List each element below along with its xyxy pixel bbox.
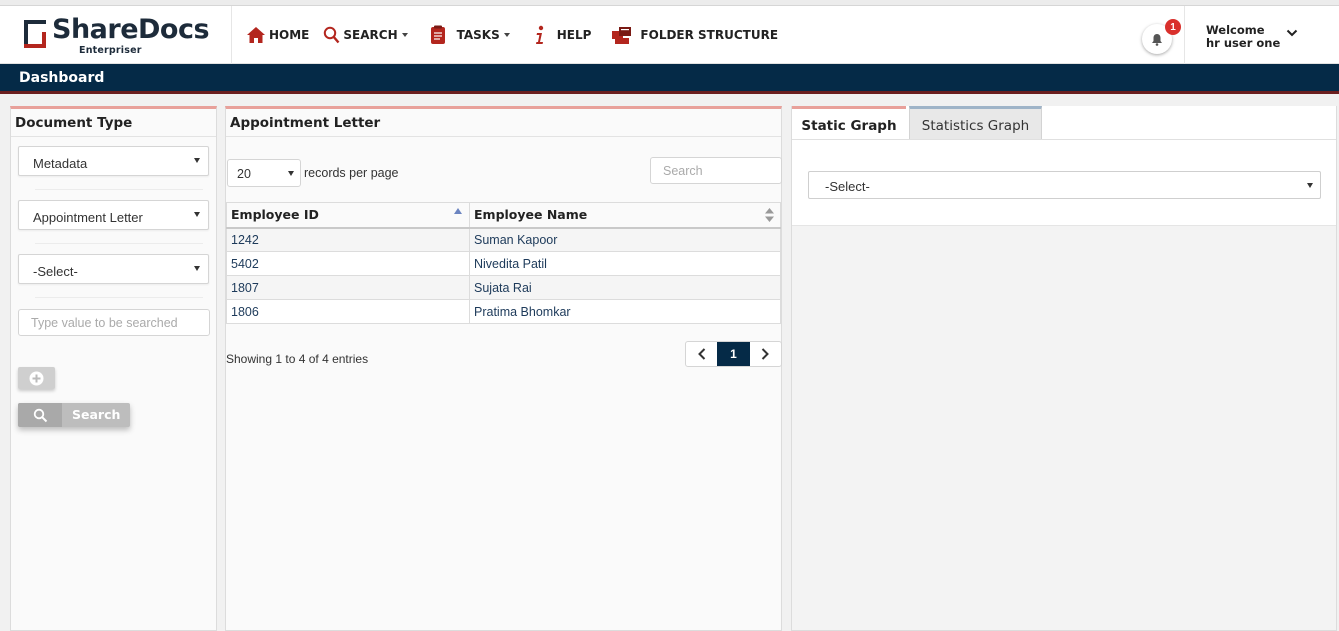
field-select[interactable]: -Select-: [18, 254, 209, 284]
sharedocs-logo[interactable]: ShareDocs Enterpriser: [22, 14, 222, 56]
employee-id-cell: 1242: [226, 227, 470, 252]
page-button-current[interactable]: 1: [717, 342, 750, 366]
employee-name-cell: Suman Kapoor: [469, 227, 781, 252]
column-header-label: Employee ID: [231, 207, 319, 223]
panel-title: Appointment Letter: [226, 109, 781, 137]
header-divider: [231, 6, 232, 64]
select-value: -Select-: [33, 264, 78, 279]
column-header-label: Employee Name: [474, 207, 588, 223]
table-row[interactable]: 5402 Nivedita Patil: [226, 251, 781, 276]
nav-home[interactable]: HOME: [246, 26, 309, 44]
info-icon: [535, 25, 543, 44]
employee-id-cell: 1807: [226, 275, 470, 300]
table-row[interactable]: 1242 Suman Kapoor: [226, 227, 781, 252]
chevron-down-icon: [1307, 183, 1313, 188]
notification-count-badge: 1: [1165, 19, 1181, 35]
search-icon: [324, 26, 340, 44]
search-button[interactable]: Search: [18, 403, 130, 427]
employee-id-cell: 1806: [226, 299, 470, 324]
logo-subtext: Enterpriser: [79, 45, 142, 56]
records-per-page-label: records per page: [304, 166, 399, 180]
results-table: Employee ID Employee Name 1242 Suman Kap…: [226, 202, 781, 324]
search-value-input[interactable]: Type value to be searched: [18, 309, 210, 336]
top-header: ShareDocs Enterpriser HOME SEARCH TASKS …: [0, 6, 1339, 64]
graph-controls: Static Graph Statistics Graph -Select-: [792, 106, 1336, 226]
table-info: Showing 1 to 4 of 4 entries: [226, 352, 369, 366]
chevron-down-icon: [194, 212, 200, 217]
nav-tasks-label: TASKS: [456, 28, 500, 42]
nav-folder-label: FOLDER STRUCTURE: [640, 28, 779, 42]
select-value: Appointment Letter: [33, 210, 143, 225]
sort-icon: [765, 208, 774, 222]
select-value: -Select-: [825, 179, 870, 194]
results-panel: Appointment Letter 20 records per page S…: [225, 106, 782, 631]
nav-search-label: SEARCH: [343, 28, 398, 42]
pagination: 1: [685, 341, 782, 367]
panel-title: Document Type: [11, 109, 216, 137]
user-menu[interactable]: Welcome hr user one: [1206, 24, 1280, 50]
dashboard-bar: Dashboard: [0, 64, 1339, 94]
tasks-icon: [430, 25, 445, 44]
employee-name-cell: Sujata Rai: [469, 275, 781, 300]
nav-help[interactable]: HELP: [532, 25, 592, 45]
nav-home-label: HOME: [269, 28, 310, 42]
chevron-down-icon: [288, 171, 294, 176]
divider: [35, 297, 203, 298]
add-condition-button[interactable]: [18, 367, 55, 389]
divider: [35, 243, 203, 244]
tab-statistics-graph[interactable]: Statistics Graph: [909, 106, 1042, 139]
tab-divider: [792, 139, 1336, 140]
header-divider: [1184, 6, 1185, 64]
column-header-employee-name[interactable]: Employee Name: [469, 202, 781, 229]
records-per-page-select[interactable]: 20: [227, 159, 301, 187]
sort-ascending-icon: [454, 208, 462, 214]
user-name: hr user one: [1206, 36, 1281, 50]
input-placeholder: Search: [663, 164, 703, 178]
table-row[interactable]: 1806 Pratima Bhomkar: [226, 299, 781, 324]
tab-static-graph[interactable]: Static Graph: [792, 106, 906, 139]
nav-help-label: HELP: [556, 28, 592, 42]
column-header-employee-id[interactable]: Employee ID: [226, 202, 470, 229]
folder-structure-icon: [612, 27, 632, 44]
page-title: Dashboard: [19, 70, 105, 86]
nav-tasks[interactable]: TASKS: [428, 25, 510, 45]
graph-select[interactable]: -Select-: [808, 171, 1321, 199]
chevron-down-icon: [194, 266, 200, 271]
logo-text: ShareDocs: [52, 14, 210, 45]
nav-search[interactable]: SEARCH: [323, 26, 408, 44]
employee-id-cell: 5402: [226, 251, 470, 276]
select-value: Metadata: [33, 156, 88, 171]
nav-folder-structure[interactable]: FOLDER STRUCTURE: [611, 25, 778, 45]
table-row[interactable]: 1807 Sujata Rai: [226, 275, 781, 300]
chevron-down-icon: [401, 33, 408, 37]
chevron-down-icon: [194, 158, 200, 163]
document-type-panel: Document Type Metadata Appointment Lette…: [10, 106, 217, 631]
search-button-label: Search: [72, 407, 121, 422]
home-icon: [247, 27, 265, 43]
employee-name-cell: Pratima Bhomkar: [469, 299, 781, 324]
metadata-select[interactable]: Metadata: [18, 146, 209, 176]
bell-icon: [1152, 33, 1162, 46]
employee-name-cell: Nivedita Patil: [469, 251, 781, 276]
divider: [35, 189, 203, 190]
chevron-down-icon: [503, 33, 510, 37]
document-type-select[interactable]: Appointment Letter: [18, 200, 209, 230]
previous-page-button[interactable]: [686, 342, 717, 366]
plus-circle-icon: [29, 371, 44, 385]
table-search-input[interactable]: Search: [650, 157, 782, 184]
next-page-button[interactable]: [750, 342, 781, 366]
chevron-right-icon: [762, 348, 770, 360]
input-placeholder: Type value to be searched: [31, 316, 178, 330]
chevron-down-icon[interactable]: [1286, 28, 1298, 38]
main-nav: HOME SEARCH TASKS HELP FOLDER STRUCTURE: [246, 6, 792, 64]
graph-panel: Static Graph Statistics Graph -Select-: [791, 106, 1337, 631]
logo-mark-icon: [24, 20, 46, 48]
select-value: 20: [237, 167, 251, 181]
search-icon: [18, 403, 62, 427]
chevron-left-icon: [697, 348, 705, 360]
